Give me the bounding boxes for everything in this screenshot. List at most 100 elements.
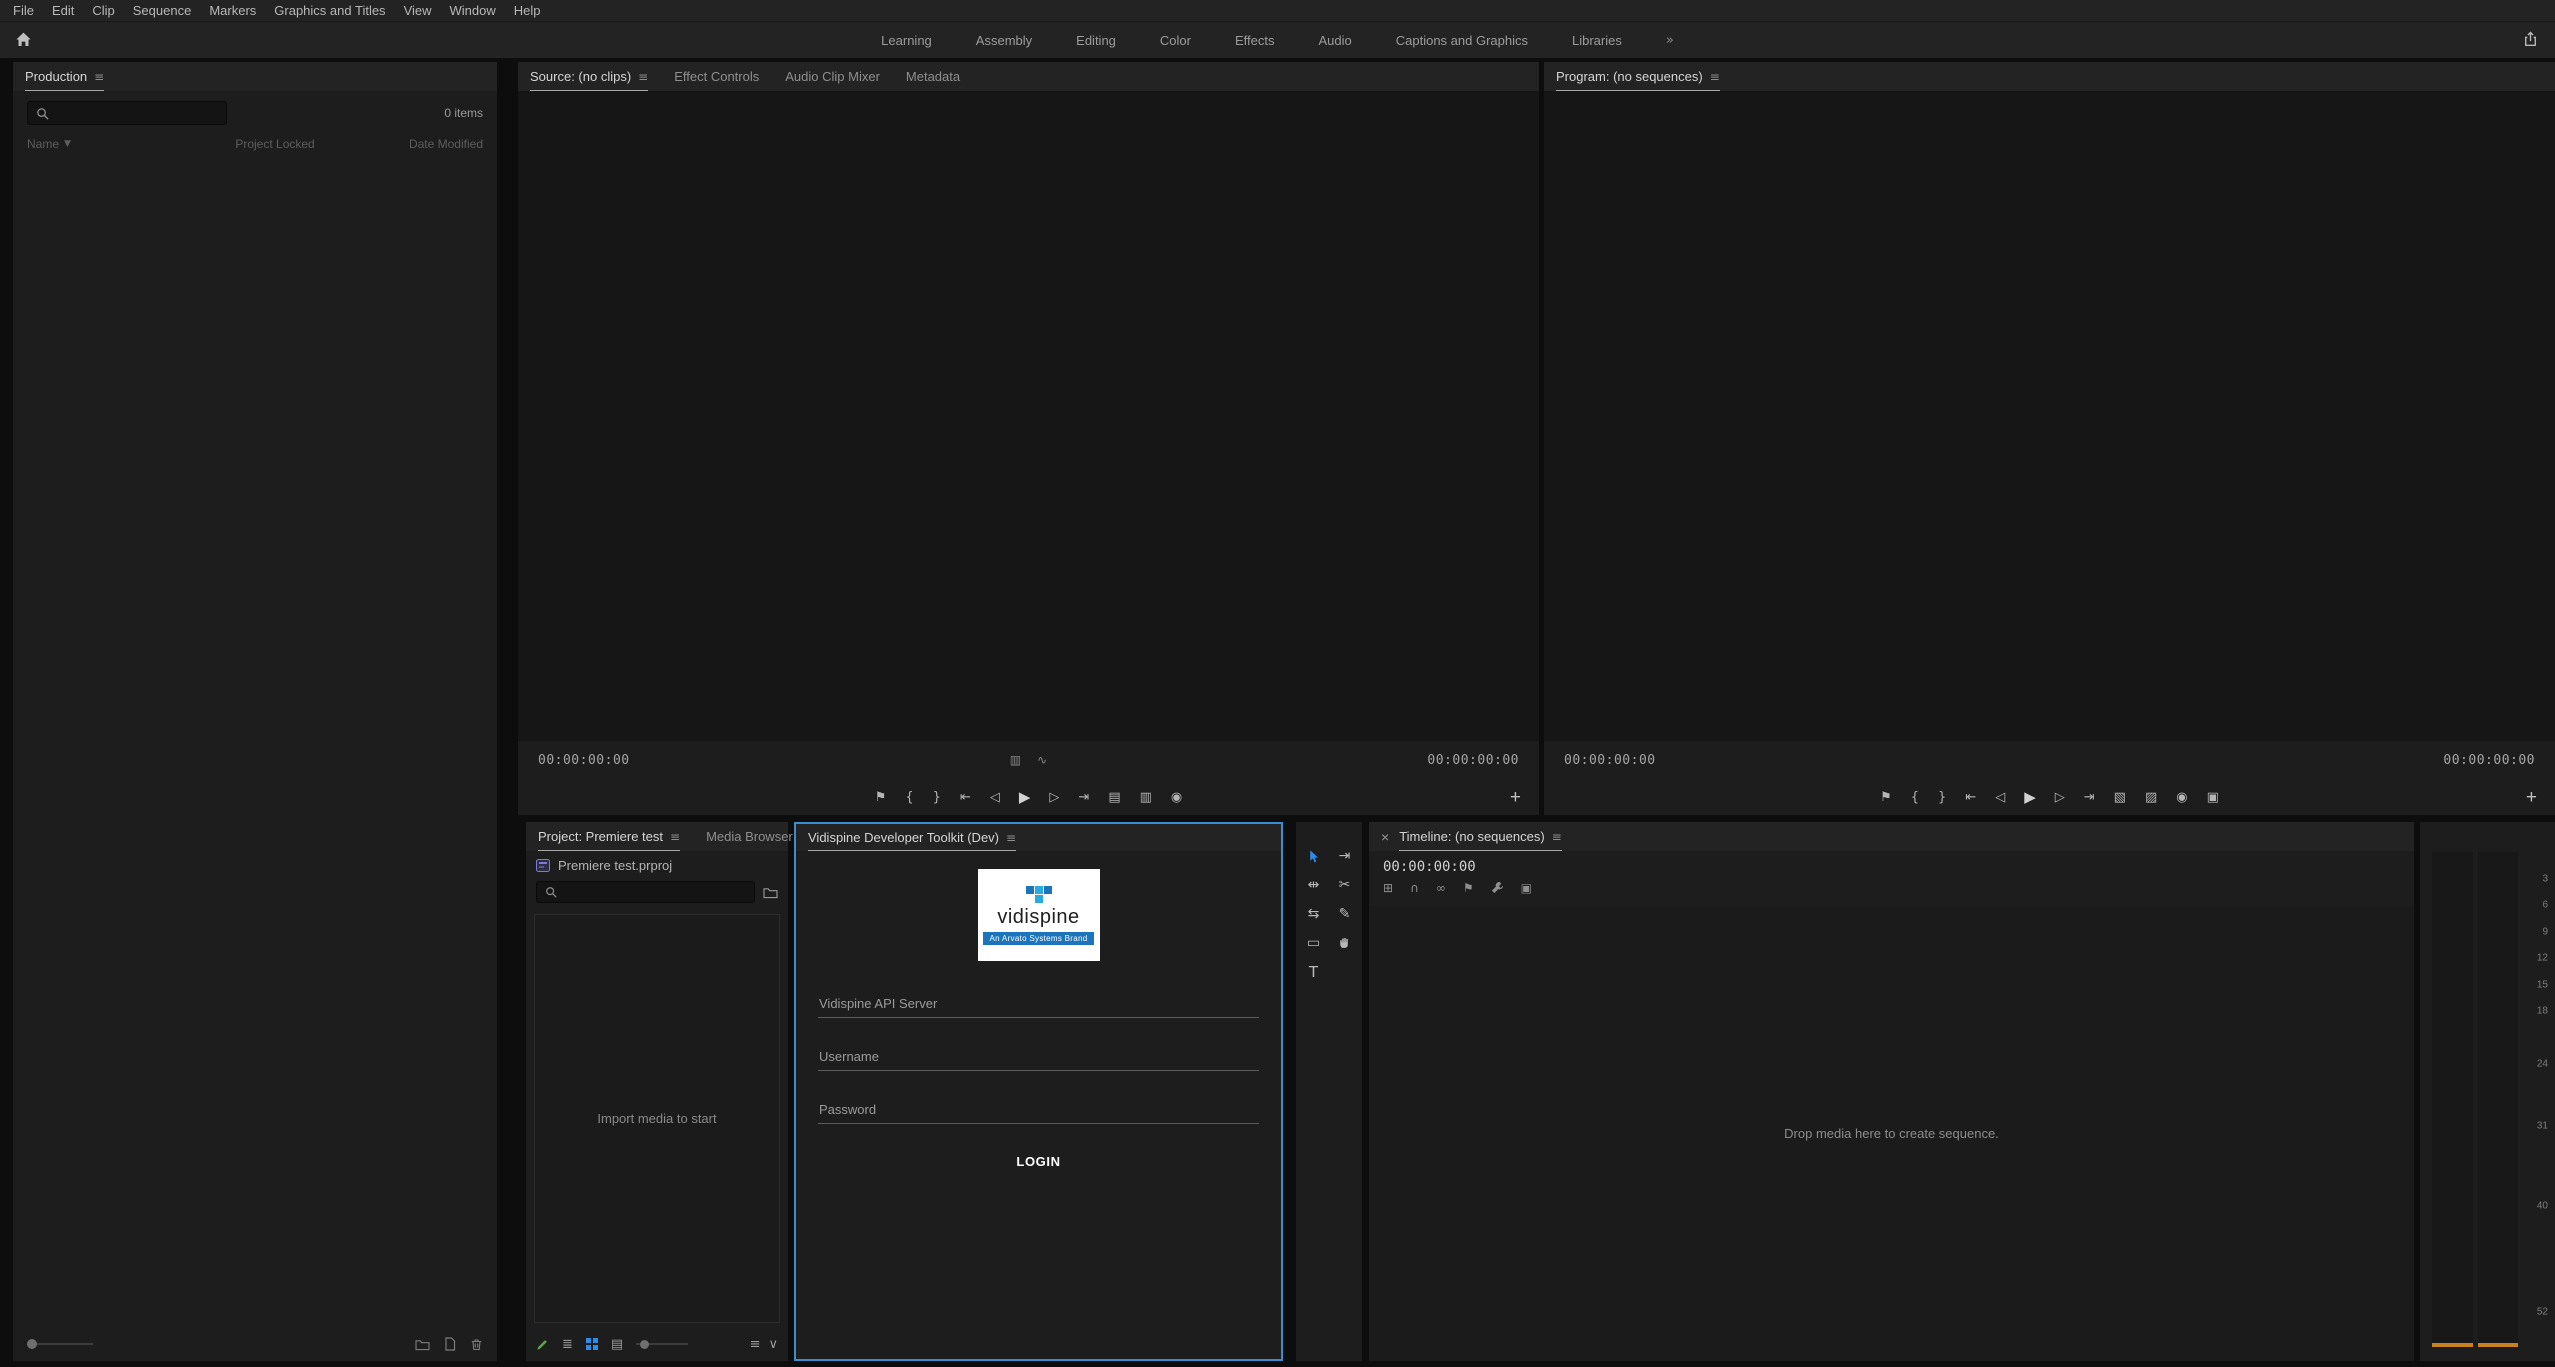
export-frame-icon[interactable]: ◉ (1171, 791, 1182, 804)
extract-icon[interactable]: ▨ (2145, 791, 2157, 804)
type-tool[interactable]: T (1298, 960, 1329, 984)
tab-metadata[interactable]: Metadata (906, 62, 960, 91)
step-forward-icon[interactable]: ▷ (1049, 791, 1059, 804)
folder-icon[interactable] (763, 886, 778, 899)
password-input[interactable] (818, 1096, 1259, 1124)
project-searchbox[interactable] (536, 881, 755, 903)
thumbnail-zoom-slider[interactable] (636, 1338, 688, 1350)
drag-audio-icon[interactable]: ∿ (1037, 753, 1047, 767)
workspace-tab-captions-and-graphics[interactable]: Captions and Graphics (1396, 33, 1528, 48)
insert-icon[interactable]: ▤ (1108, 791, 1120, 804)
add-marker-icon[interactable]: ⚑ (875, 791, 887, 804)
close-icon[interactable]: × (1381, 829, 1389, 845)
new-item-icon[interactable] (444, 1337, 456, 1351)
workspace-overflow-icon[interactable]: » (1666, 33, 1674, 48)
panel-menu-icon[interactable]: ≡ (638, 70, 648, 84)
go-to-in-icon[interactable]: ⇤ (1965, 791, 1976, 804)
menu-window[interactable]: Window (441, 0, 505, 21)
workspace-tab-effects[interactable]: Effects (1235, 33, 1275, 48)
panel-menu-icon[interactable]: ≡ (1710, 70, 1720, 84)
go-to-in-icon[interactable]: ⇤ (960, 791, 971, 804)
share-icon[interactable] (2522, 31, 2539, 48)
step-back-icon[interactable]: ◁ (990, 791, 1000, 804)
menu-file[interactable]: File (4, 0, 43, 21)
chevron-down-icon[interactable]: ∨ (768, 1338, 778, 1351)
menu-graphics-and-titles[interactable]: Graphics and Titles (265, 0, 394, 21)
drag-video-icon[interactable]: ▥ (1010, 753, 1021, 767)
timeline-display-settings-icon[interactable] (1491, 881, 1504, 894)
import-media-drop-area[interactable]: Import media to start (534, 914, 780, 1323)
track-select-forward-tool[interactable]: ⇥ (1329, 844, 1360, 868)
play-icon[interactable]: ▶ (1019, 790, 1031, 805)
step-forward-icon[interactable]: ▷ (2055, 791, 2065, 804)
razor-tool[interactable]: ✂ (1329, 873, 1360, 897)
workspace-tab-editing[interactable]: Editing (1076, 33, 1116, 48)
production-zoom-slider[interactable] (27, 1338, 93, 1350)
tab-project[interactable]: Project: Premiere test ≡ (538, 822, 680, 851)
production-searchbox[interactable] (27, 101, 227, 125)
trash-icon[interactable] (470, 1337, 483, 1351)
tab-audio-clip-mixer[interactable]: Audio Clip Mixer (785, 62, 880, 91)
tab-program[interactable]: Program: (no sequences) ≡ (1556, 62, 1720, 91)
mark-out-icon[interactable]: } (1938, 791, 1946, 804)
tab-timeline[interactable]: Timeline: (no sequences) ≡ (1399, 822, 1562, 851)
go-to-out-icon[interactable]: ⇥ (2084, 791, 2095, 804)
workspace-tab-audio[interactable]: Audio (1318, 33, 1351, 48)
workspace-tab-learning[interactable]: Learning (881, 33, 932, 48)
panel-menu-icon[interactable]: ≡ (670, 830, 680, 844)
panel-menu-icon[interactable]: ≡ (94, 70, 104, 84)
captions-display-icon[interactable]: ▣ (1521, 882, 1532, 894)
menu-edit[interactable]: Edit (43, 0, 83, 21)
zoom-slider-handle[interactable] (27, 1339, 37, 1349)
sort-order-icon[interactable]: ≡ (750, 1338, 761, 1351)
hand-tool[interactable] (1329, 931, 1360, 955)
project-file-row[interactable]: Premiere test.prproj (526, 851, 788, 876)
panel-menu-icon[interactable]: ≡ (1552, 830, 1562, 844)
overwrite-icon[interactable]: ▥ (1140, 791, 1152, 804)
menu-view[interactable]: View (395, 0, 441, 21)
go-to-out-icon[interactable]: ⇥ (1078, 791, 1089, 804)
button-editor-add-icon[interactable]: + (1510, 788, 1521, 807)
workspace-tab-libraries[interactable]: Libraries (1572, 33, 1622, 48)
lift-icon[interactable]: ▧ (2114, 791, 2126, 804)
freeform-view-icon[interactable]: ▤ (611, 1338, 623, 1351)
column-date-modified[interactable]: Date Modified (409, 137, 483, 151)
api-server-input[interactable] (818, 990, 1259, 1018)
pen-tool[interactable]: ✎ (1329, 902, 1360, 926)
button-editor-add-icon[interactable]: + (2526, 788, 2537, 807)
mark-in-icon[interactable]: { (1911, 791, 1919, 804)
nest-toggle-icon[interactable]: ⊞ (1383, 882, 1393, 894)
tab-source[interactable]: Source: (no clips) ≡ (530, 62, 648, 91)
slip-tool[interactable]: ⇆ (1298, 902, 1329, 926)
snap-icon[interactable]: ∩ (1410, 882, 1419, 894)
tab-effect-controls[interactable]: Effect Controls (674, 62, 759, 91)
step-back-icon[interactable]: ◁ (1995, 791, 2005, 804)
workspace-tab-assembly[interactable]: Assembly (976, 33, 1032, 48)
play-icon[interactable]: ▶ (2024, 790, 2036, 805)
export-frame-icon[interactable]: ◉ (2176, 791, 2187, 804)
timeline-current-timecode[interactable]: 00:00:00:00 (1383, 859, 1476, 875)
production-item-list[interactable] (13, 158, 497, 1327)
list-view-icon[interactable]: ≣ (562, 1338, 573, 1351)
zoom-slider-handle[interactable] (640, 1340, 649, 1349)
mark-in-icon[interactable]: { (905, 791, 913, 804)
comparison-view-icon[interactable]: ▣ (2207, 791, 2219, 804)
rectangle-tool[interactable]: ▭ (1298, 931, 1329, 955)
icon-view-icon[interactable] (586, 1338, 598, 1350)
menu-markers[interactable]: Markers (200, 0, 265, 21)
menu-sequence[interactable]: Sequence (124, 0, 201, 21)
mark-out-icon[interactable]: } (933, 791, 941, 804)
tab-vidispine-toolkit[interactable]: Vidispine Developer Toolkit (Dev) ≡ (808, 824, 1016, 851)
ripple-edit-tool[interactable]: ⇹ (1298, 873, 1329, 897)
username-input[interactable] (818, 1043, 1259, 1071)
add-marker-icon[interactable]: ⚑ (1463, 882, 1474, 894)
tab-production[interactable]: Production ≡ (25, 62, 104, 91)
new-bin-icon[interactable] (415, 1338, 430, 1351)
tab-media-browser[interactable]: Media Browser (706, 822, 793, 851)
menu-clip[interactable]: Clip (83, 0, 123, 21)
project-search-input[interactable] (563, 885, 746, 900)
column-project-locked[interactable]: Project Locked (235, 137, 409, 151)
linked-selection-icon[interactable]: ∞ (1436, 882, 1446, 894)
timeline-drop-area[interactable]: Drop media here to create sequence. (1369, 906, 2414, 1361)
menu-help[interactable]: Help (505, 0, 550, 21)
